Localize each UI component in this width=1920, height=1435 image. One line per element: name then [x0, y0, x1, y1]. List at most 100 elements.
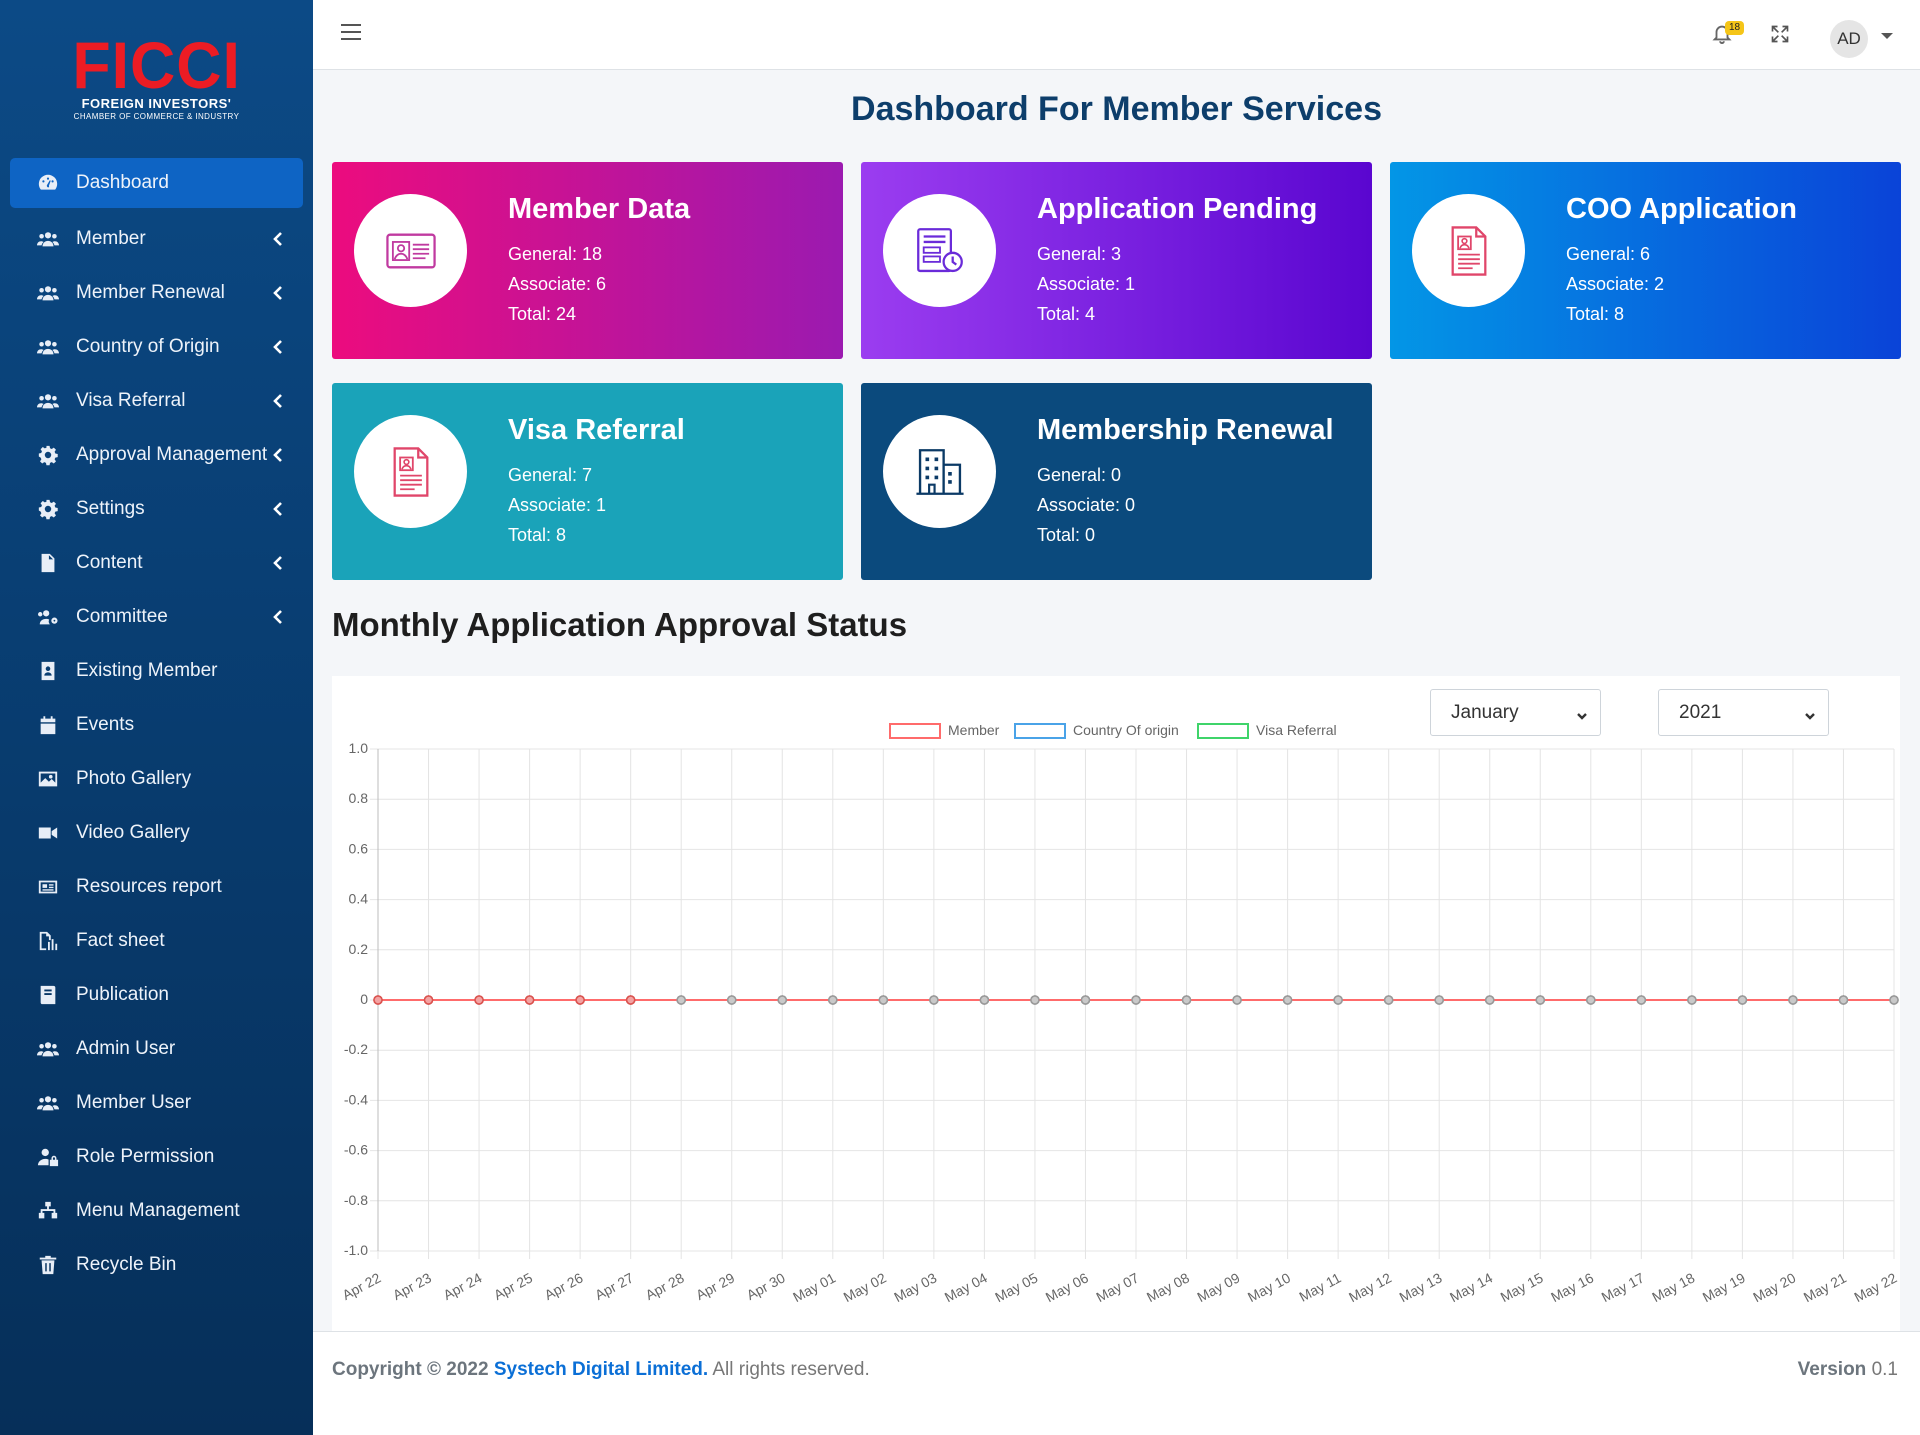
sidebar-item-label: Dashboard — [76, 172, 169, 193]
trash-icon — [34, 1254, 62, 1276]
stat-card-member-data[interactable]: Member Data General: 18 Associate: 6 Total:… — [332, 162, 843, 359]
data-point-visa-referral — [524, 995, 535, 1005]
card-total: Total: 0 — [1037, 525, 1096, 545]
x-tick-label: May 12 — [1346, 1269, 1394, 1305]
data-point-visa-referral — [1484, 995, 1495, 1005]
y-tick-label: 0.6 — [349, 840, 369, 856]
logo-subtagline: CHAMBER OF COMMERCE & INDUSTRY — [73, 112, 240, 121]
card-associate: Associate: 1 — [1037, 274, 1136, 294]
sidebar-item-settings[interactable]: Settings — [10, 482, 303, 536]
data-point-visa-referral — [1030, 995, 1040, 1005]
sidebar-item-label: Menu Management — [76, 1200, 240, 1221]
sidebar-item-recycle-bin[interactable]: Recycle Bin — [10, 1238, 303, 1292]
brand-logo[interactable]: FICCI FOREIGN INVESTORS' CHAMBER OF COMM… — [0, 30, 313, 121]
logo-wordmark: FICCI — [72, 28, 241, 102]
data-point-visa-referral — [1687, 995, 1697, 1005]
users-icon — [34, 336, 62, 358]
data-point-visa-referral — [676, 995, 686, 1005]
card-associate: Associate: 0 — [1037, 495, 1136, 515]
data-point-visa-referral — [1080, 995, 1091, 1005]
menu-toggle-icon[interactable] — [341, 24, 361, 44]
x-tick-label: May 07 — [1093, 1269, 1141, 1305]
data-point-visa-referral — [423, 995, 434, 1005]
sidebar-item-label: Member — [76, 228, 146, 249]
x-tick-label: Apr 26 — [542, 1269, 586, 1303]
stat-card-coo-application[interactable]: COO Application General: 6 Associate: 2 Tot… — [1390, 162, 1901, 359]
x-tick-label: Apr 28 — [643, 1269, 687, 1303]
page-title: Dashboard For Member Services — [851, 90, 1382, 128]
card-title: Visa Referral — [508, 414, 685, 446]
legend-label: Country Of origin — [1073, 722, 1179, 738]
sidebar-item-events[interactable]: Events — [10, 698, 303, 752]
y-tick-label: 0 — [360, 991, 368, 1007]
book-icon — [34, 984, 62, 1006]
legend-swatch — [1197, 723, 1249, 739]
x-tick-label: May 22 — [1851, 1269, 1899, 1305]
copyright-prefix: Copyright © 2022 — [332, 1359, 494, 1380]
data-point-visa-referral — [1788, 995, 1798, 1005]
x-tick-label: May 08 — [1144, 1269, 1192, 1305]
user-avatar[interactable]: AD — [1830, 20, 1868, 58]
fullscreen-icon[interactable] — [1770, 24, 1792, 46]
stat-card-visa-referral[interactable]: Visa Referral General: 7 Associate: 1 Total… — [332, 383, 843, 580]
sidebar-item-member-user[interactable]: Member User — [10, 1076, 303, 1130]
y-tick-label: 0.8 — [349, 790, 369, 806]
users-icon — [34, 1092, 62, 1114]
x-tick-label: May 19 — [1700, 1269, 1748, 1305]
sidebar-item-label: Committee — [76, 606, 168, 627]
chevron-down-icon[interactable] — [1881, 33, 1893, 39]
sidebar-item-visa-referral[interactable]: Visa Referral — [10, 374, 303, 428]
sidebar-item-fact-sheet[interactable]: Fact sheet — [10, 914, 303, 968]
sidebar-item-menu-management[interactable]: Menu Management — [10, 1184, 303, 1238]
data-point-visa-referral — [1586, 995, 1596, 1005]
x-tick-label: Apr 23 — [390, 1269, 434, 1303]
sidebar-item-label: Member User — [76, 1092, 192, 1113]
sidebar-item-photo-gallery[interactable]: Photo Gallery — [10, 752, 303, 806]
year-select-value: 2021 — [1679, 701, 1722, 723]
version-text: Version 0.1 — [1798, 1359, 1898, 1381]
sidebar-item-country-of-origin[interactable]: Country of Origin — [10, 320, 303, 374]
sidebar-item-approval-management[interactable]: Approval Management — [10, 428, 303, 482]
x-tick-label: May 09 — [1194, 1269, 1242, 1305]
data-point-visa-referral — [1383, 995, 1394, 1005]
image-icon — [34, 768, 62, 790]
rights-text: All rights reserved. — [708, 1359, 870, 1380]
month-select-value: January — [1451, 701, 1519, 723]
sidebar-item-existing-member[interactable]: Existing Member — [10, 644, 303, 698]
sidebar-item-role-permission[interactable]: Role Permission — [10, 1130, 303, 1184]
sidebar-item-label: Photo Gallery — [76, 768, 192, 789]
x-tick-label: Apr 30 — [744, 1269, 788, 1303]
data-point-visa-referral — [929, 995, 939, 1005]
year-select[interactable]: 2021 — [1658, 689, 1829, 736]
sidebar-item-publication[interactable]: Publication — [10, 968, 303, 1022]
sidebar-item-member[interactable]: Member — [10, 212, 303, 266]
data-point-visa-referral — [1636, 995, 1647, 1005]
sitemap-icon — [34, 1200, 62, 1222]
sidebar-item-committee[interactable]: Committee — [10, 590, 303, 644]
card-general: General: 18 — [508, 244, 603, 264]
sidebar-item-admin-user[interactable]: Admin User — [10, 1022, 303, 1076]
data-point-visa-referral — [1889, 995, 1899, 1005]
data-point-visa-referral — [726, 995, 737, 1005]
sidebar-item-member-renewal[interactable]: Member Renewal — [10, 266, 303, 320]
stat-card-application-pending[interactable]: Application Pending General: 3 Associate: … — [861, 162, 1372, 359]
data-point-visa-referral — [373, 995, 383, 1005]
chevron-down-icon — [1576, 706, 1588, 720]
stat-card-membership-renewal[interactable]: Membership Renewal General: 0 Associate: 0… — [861, 383, 1372, 580]
id-badge-icon — [34, 660, 62, 682]
x-tick-label: May 10 — [1245, 1269, 1293, 1305]
company-link[interactable]: Systech Digital Limited. — [494, 1359, 708, 1380]
legend-label: Visa Referral — [1256, 722, 1337, 738]
sidebar-item-dashboard[interactable]: Dashboard — [10, 158, 303, 208]
chevron-left-icon — [271, 608, 285, 626]
newspaper-icon — [34, 876, 62, 898]
x-tick-label: Apr 22 — [339, 1269, 383, 1303]
x-tick-label: Apr 27 — [592, 1269, 636, 1303]
x-tick-label: May 17 — [1599, 1269, 1647, 1305]
sidebar-item-content[interactable]: Content — [10, 536, 303, 590]
sidebar-item-video-gallery[interactable]: Video Gallery — [10, 806, 303, 860]
data-point-visa-referral — [474, 995, 484, 1005]
month-select[interactable]: January — [1430, 689, 1601, 736]
sidebar-item-resources-report[interactable]: Resources report — [10, 860, 303, 914]
sidebar-item-label: Publication — [76, 984, 169, 1005]
